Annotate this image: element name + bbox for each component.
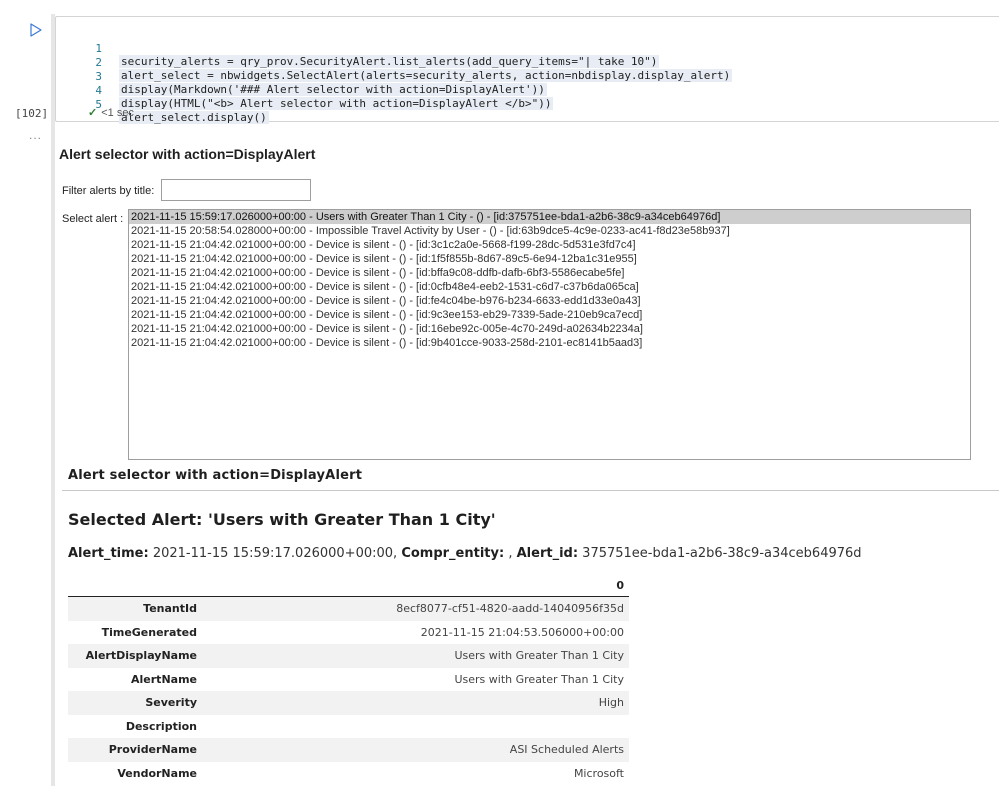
table-row: AlertDisplayName Users with Greater Than…: [68, 644, 629, 668]
row-key: TenantId: [68, 596, 202, 621]
execution-time: <1 sec: [101, 107, 134, 119]
alert-option[interactable]: 2021-11-15 21:04:42.021000+00:00 - Devic…: [129, 280, 970, 294]
alert-select-listbox[interactable]: 2021-11-15 15:59:17.026000+00:00 - Users…: [128, 209, 971, 460]
markdown-heading: Alert selector with action=DisplayAlert: [59, 146, 316, 162]
row-key: VendorName: [117, 766, 197, 780]
table-row: TimeGenerated 2021-11-15 21:04:53.506000…: [68, 621, 629, 645]
code-line-2[interactable]: 2 alert_select = nbwidgets.SelectAlert(a…: [56, 43, 733, 82]
alert-option[interactable]: 2021-11-15 21:04:42.021000+00:00 - Devic…: [129, 252, 970, 266]
code-editor[interactable]: 1 security_alerts = qry_prov.SecurityAle…: [55, 16, 999, 124]
compr-entity-value: ,: [508, 546, 513, 561]
row-key: AlertName: [131, 672, 197, 686]
code-line-1[interactable]: 1 security_alerts = qry_prov.SecurityAle…: [56, 29, 660, 68]
alert-option[interactable]: 2021-11-15 21:04:42.021000+00:00 - Devic…: [129, 308, 970, 322]
alert-option[interactable]: 2021-11-15 21:04:42.021000+00:00 - Devic…: [129, 294, 970, 308]
execution-status: ✓ <1 sec: [88, 106, 134, 119]
table-row: VendorName Microsoft: [68, 762, 629, 786]
line-number: 1: [95, 42, 102, 55]
line-number: 4: [95, 84, 102, 97]
alert-option[interactable]: 2021-11-15 21:04:42.021000+00:00 - Devic…: [129, 322, 970, 336]
line-number: 3: [95, 70, 102, 83]
filter-label: Filter alerts by title:: [62, 185, 155, 197]
row-value: 2021-11-15 21:04:53.506000+00:00: [420, 625, 624, 639]
index-header: [68, 575, 202, 597]
alert-option[interactable]: 2021-11-15 21:04:42.021000+00:00 - Devic…: [129, 336, 970, 350]
row-key: ProviderName: [68, 738, 202, 762]
alert-time-value: 2021-11-15 15:59:17.026000+00:00,: [152, 546, 398, 561]
row-value: High: [202, 691, 629, 715]
alert-option-selected[interactable]: 2021-11-15 15:59:17.026000+00:00 - Users…: [129, 210, 970, 224]
table-row: TenantId 8ecf8077-cf51-4820-aadd-1404095…: [68, 596, 629, 621]
alert-time-label: Alert_time:: [68, 546, 149, 561]
alert-id-value: 375751ee-bda1-a2b6-38c9-a34ceb64976d: [582, 546, 862, 561]
table-row: Severity High: [68, 691, 629, 715]
selected-alert-title: Selected Alert: 'Users with Greater Than…: [68, 510, 496, 529]
code-text-4[interactable]: display(HTML("<b> Alert selector with ac…: [119, 97, 554, 110]
code-text-3[interactable]: display(Markdown('### Alert selector wit…: [119, 83, 547, 96]
code-text-5[interactable]: alert_select.display(): [119, 111, 269, 124]
line-number: 2: [95, 56, 102, 69]
row-value: [202, 715, 629, 739]
code-line-3[interactable]: 3 display(Markdown('### Alert selector w…: [56, 57, 547, 96]
html-heading: Alert selector with action=DisplayAlert: [68, 468, 363, 483]
alert-id-label: Alert_id:: [516, 546, 579, 561]
row-key: Description: [125, 719, 197, 733]
row-value: Microsoft: [573, 766, 624, 780]
table-row: Description: [68, 715, 629, 739]
table-header-row: 0: [68, 575, 629, 597]
column-header: 0: [202, 575, 629, 597]
row-key: Severity: [68, 691, 202, 715]
filter-alerts-input[interactable]: [161, 179, 311, 201]
row-key: TimeGenerated: [101, 625, 197, 639]
code-text-2[interactable]: alert_select = nbwidgets.SelectAlert(ale…: [119, 69, 733, 82]
play-icon[interactable]: [28, 22, 44, 38]
select-alert-label: Select alert :: [62, 213, 124, 225]
divider: [62, 490, 999, 491]
row-value: Users with Greater Than 1 City: [202, 644, 629, 668]
code-line-4[interactable]: 4 display(HTML("<b> Alert selector with …: [56, 71, 554, 110]
code-line-5[interactable]: 5 alert_select.display(): [56, 85, 269, 124]
alert-option[interactable]: 2021-11-15 20:58:54.028000+00:00 - Impos…: [129, 224, 970, 238]
checkmark-icon: ✓: [88, 107, 98, 119]
alert-details-table: 0 TenantId 8ecf8077-cf51-4820-aadd-14040…: [68, 575, 629, 785]
alert-option[interactable]: 2021-11-15 21:04:42.021000+00:00 - Devic…: [129, 266, 970, 280]
cell-focus-bar: [51, 14, 55, 786]
row-value: 8ecf8077-cf51-4820-aadd-14040956f35d: [202, 596, 629, 621]
table-row: AlertName Users with Greater Than 1 City: [68, 668, 629, 692]
output-collapse-toggle[interactable]: ...: [29, 128, 42, 142]
table-row: ProviderName ASI Scheduled Alerts: [68, 738, 629, 762]
compr-entity-label: Compr_entity:: [401, 546, 505, 561]
alert-option[interactable]: 2021-11-15 21:04:42.021000+00:00 - Devic…: [129, 238, 970, 252]
code-text-1[interactable]: security_alerts = qry_prov.SecurityAlert…: [119, 55, 660, 68]
row-key: AlertDisplayName: [68, 644, 202, 668]
alert-summary: Alert_time: 2021-11-15 15:59:17.026000+0…: [68, 546, 862, 561]
row-value: ASI Scheduled Alerts: [202, 738, 629, 762]
row-value: Users with Greater Than 1 City: [454, 672, 624, 686]
execution-count: [102]: [15, 107, 49, 120]
